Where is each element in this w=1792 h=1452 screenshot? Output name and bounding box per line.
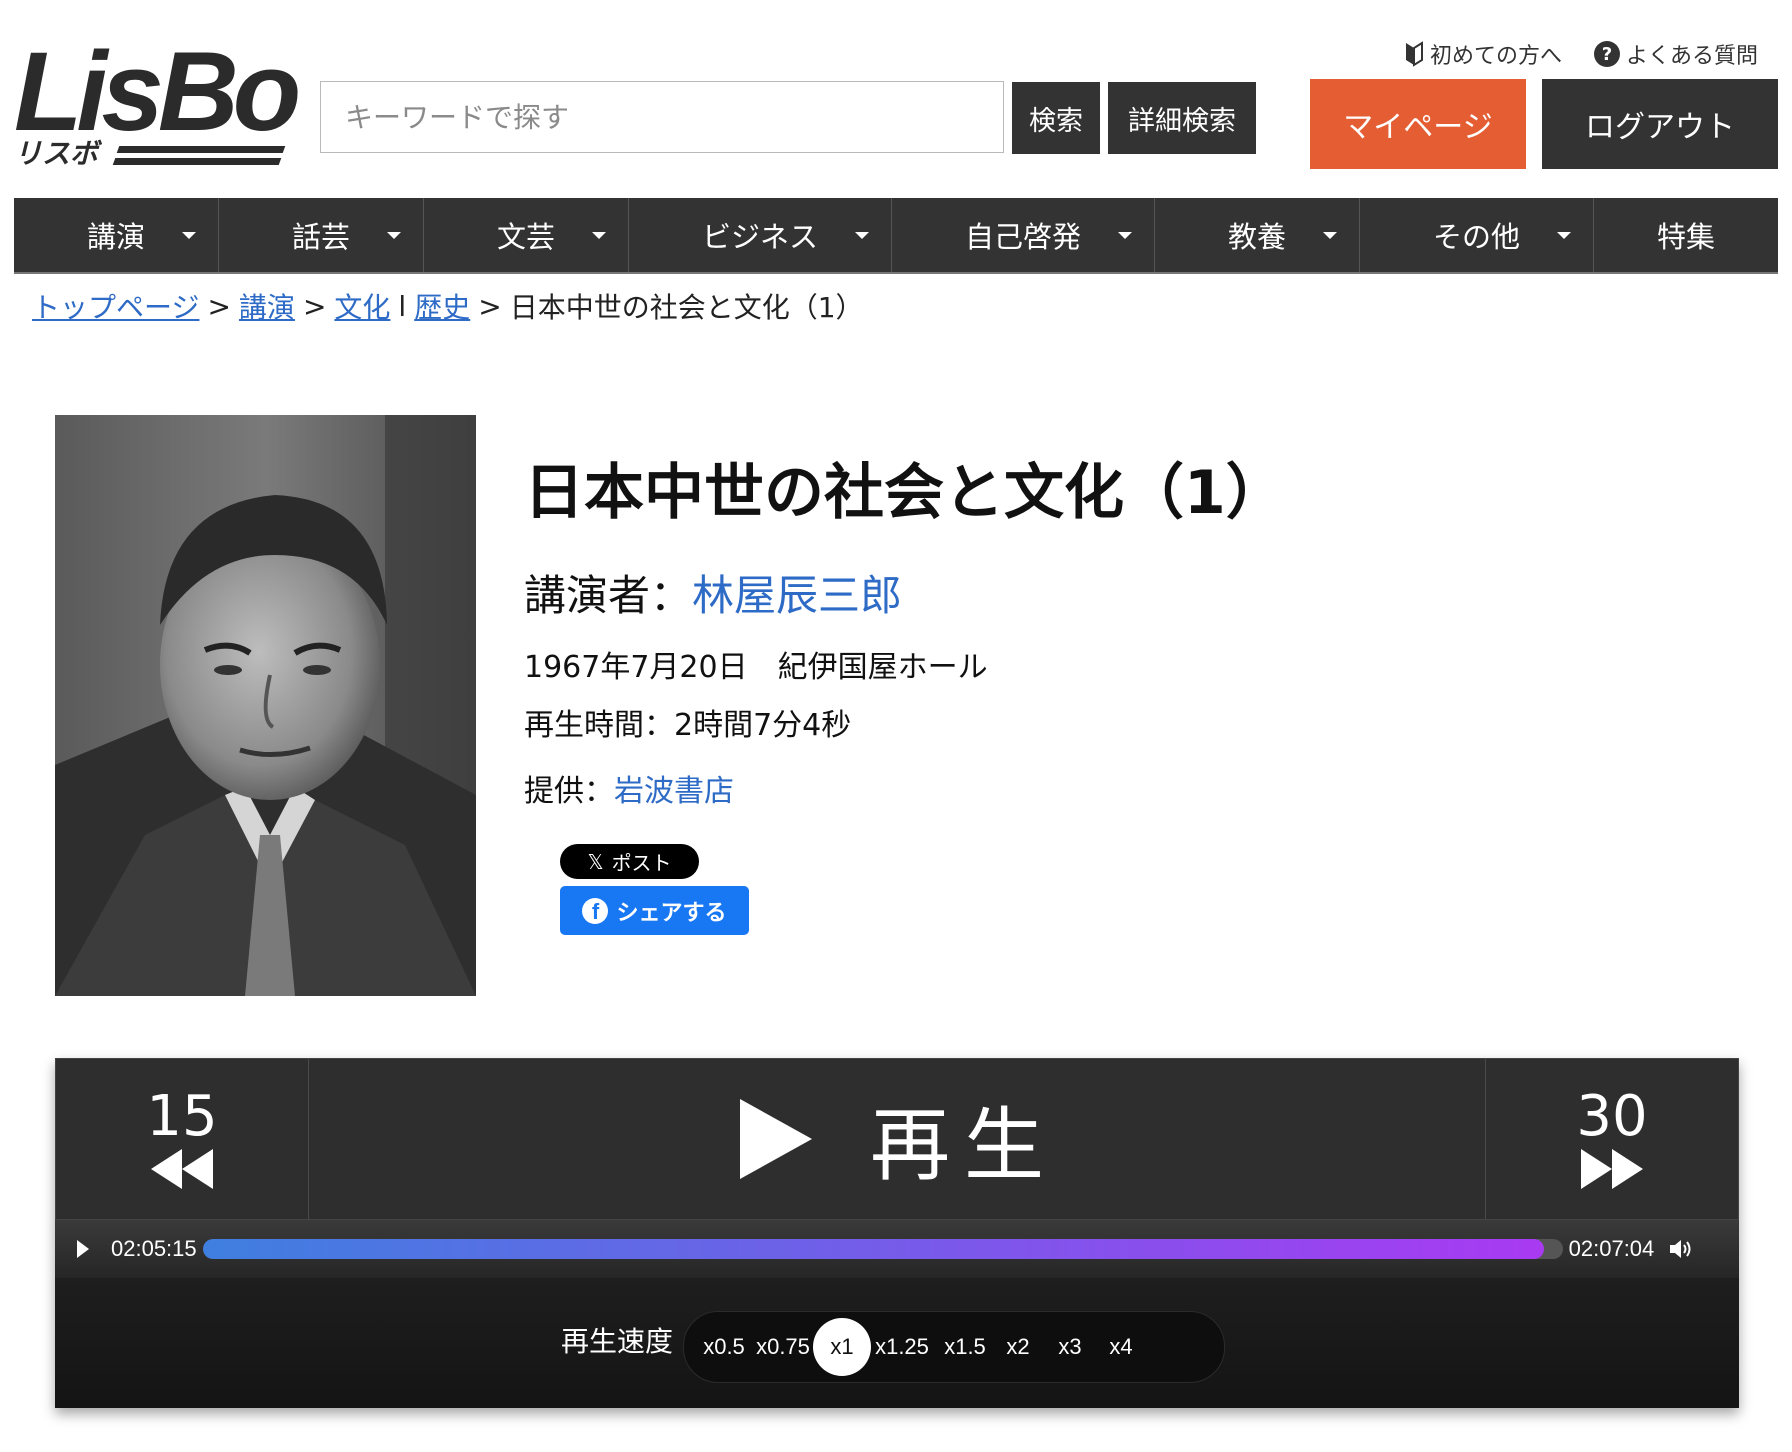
faq-link[interactable]: ? よくある質問 [1594, 38, 1758, 70]
logo-subtext: リスボ [14, 138, 99, 169]
category-nav: 講演 話芸 文芸 ビジネス 自己啓発 教養 その他 特集 [14, 198, 1778, 274]
nav-item-label: 話芸 [291, 220, 350, 254]
mypage-button[interactable]: マイページ [1310, 79, 1526, 169]
nav-item-label: 自己啓発 [964, 220, 1081, 254]
breadcrumb-separator: > [478, 289, 502, 323]
speaker-label: 講演者： [524, 571, 693, 620]
play-label: 再生 [870, 1099, 1058, 1192]
search-button[interactable]: 検索 [1012, 82, 1100, 154]
caret-down-icon [592, 232, 606, 239]
total-time: 02:07:04 [1568, 1236, 1655, 1261]
progress-row: 02:05:15 02:07:04 [55, 1220, 1739, 1278]
advanced-search-button[interactable]: 詳細検索 [1108, 82, 1256, 154]
caret-down-icon [1323, 232, 1337, 239]
caret-down-icon [1557, 232, 1571, 239]
rewind-icon [151, 1149, 213, 1189]
nav-item-label: 文芸 [496, 220, 555, 254]
small-play-button[interactable] [55, 1220, 111, 1278]
progress-bar[interactable] [202, 1239, 1563, 1259]
breadcrumb-current: 日本中世の社会と文化（1） [509, 291, 864, 324]
facebook-icon: f [582, 897, 609, 924]
rewind-15-button[interactable]: 15 [56, 1059, 309, 1219]
nav-item-lecture[interactable]: 講演 [14, 198, 219, 272]
nav-item-label: 講演 [86, 220, 145, 254]
facebook-share-button[interactable]: f シェアする [560, 886, 749, 935]
breadcrumb-separator: > [207, 289, 231, 323]
nav-item-literature[interactable]: 文芸 [424, 198, 629, 272]
beginner-mark-icon [1406, 41, 1423, 67]
breadcrumb: トップページ > 講演 > 文化 l 歴史 > 日本中世の社会と文化（1） [32, 286, 864, 326]
x-logo-icon: 𝕏 [587, 849, 604, 874]
speaker-name-link[interactable]: 林屋辰三郎 [692, 571, 902, 620]
speed-row: 再生速度 x0.5 x0.75 x1 x1.25 x1.5 x2 x3 x4 [55, 1278, 1739, 1408]
rewind-seconds: 15 [146, 1084, 218, 1149]
play-icon [740, 1099, 812, 1179]
faq-link-label: よくある質問 [1626, 44, 1759, 69]
caret-down-icon [1118, 232, 1132, 239]
player-main-controls: 15 再生 30 [55, 1058, 1739, 1220]
audio-player: 15 再生 30 02:05:15 02:07:04 再生速度 x0.5 x0.… [55, 1058, 1739, 1408]
play-button[interactable]: 再生 [308, 1059, 1488, 1219]
play-icon-small [77, 1240, 89, 1258]
duration-value: 2時間7分4秒 [674, 708, 852, 743]
nav-item-label: 特集 [1656, 220, 1715, 254]
caret-down-icon [387, 232, 401, 239]
lecture-title: 日本中世の社会と文化（1） [524, 458, 1286, 528]
date-venue: 1967年7月20日 紀伊国屋ホール [524, 650, 988, 685]
volume-button[interactable] [1654, 1220, 1710, 1278]
progress-fill [202, 1239, 1544, 1259]
lisbo-logo[interactable]: LisBo リスボ [14, 36, 301, 170]
speed-selector: x0.5 x0.75 x1 x1.25 x1.5 x2 x3 x4 [683, 1311, 1225, 1383]
nav-item-culture[interactable]: 教養 [1155, 198, 1360, 272]
playback-speed-label: 再生速度 [561, 1325, 674, 1358]
logo-underline-2 [112, 158, 282, 165]
provider-label: 提供： [524, 774, 614, 809]
nav-item-label: ビジネス [701, 220, 818, 254]
provider-line: 提供：岩波書店 [524, 766, 734, 810]
caret-down-icon [182, 232, 196, 239]
speed-option[interactable]: x1 [813, 1318, 871, 1376]
logo-underline [116, 146, 286, 153]
forward-seconds: 30 [1576, 1084, 1648, 1149]
caret-down-icon [855, 232, 869, 239]
current-time: 02:05:15 [111, 1236, 197, 1261]
beginner-link-label: 初めての方へ [1430, 44, 1563, 69]
breadcrumb-divider: l [398, 289, 407, 323]
breadcrumb-separator: > [302, 289, 327, 323]
beginner-guide-link[interactable]: 初めての方へ [1404, 38, 1562, 70]
nav-item-other[interactable]: その他 [1360, 198, 1594, 272]
logout-button[interactable]: ログアウト [1542, 79, 1778, 169]
nav-item-label: その他 [1432, 220, 1520, 254]
nav-item-self-development[interactable]: 自己啓発 [892, 198, 1155, 272]
nav-item-business[interactable]: ビジネス [629, 198, 892, 272]
speaker-photo [55, 415, 476, 996]
forward-30-button[interactable]: 30 [1485, 1059, 1738, 1219]
fast-forward-icon [1581, 1149, 1643, 1189]
breadcrumb-category-link[interactable]: 講演 [239, 286, 295, 326]
volume-icon [1670, 1240, 1691, 1258]
duration-label: 再生時間： [524, 708, 674, 743]
search-input[interactable] [320, 81, 1004, 153]
provider-link[interactable]: 岩波書店 [614, 774, 734, 809]
question-icon: ? [1594, 41, 1620, 67]
nav-item-label: 教養 [1227, 220, 1286, 254]
nav-item-features[interactable]: 特集 [1594, 198, 1778, 272]
speaker-line: 講演者：林屋辰三郎 [524, 562, 902, 623]
x-post-button[interactable]: 𝕏 ポスト [560, 844, 699, 879]
breadcrumb-top-link[interactable]: トップページ [32, 286, 199, 326]
facebook-share-label: シェアする [616, 900, 727, 926]
duration-line: 再生時間：2時間7分4秒 [524, 700, 851, 744]
breadcrumb-culture-link[interactable]: 文化 [334, 286, 390, 326]
breadcrumb-history-link[interactable]: 歴史 [414, 286, 470, 326]
x-post-label: ポスト [611, 851, 672, 875]
nav-item-wagei[interactable]: 話芸 [219, 198, 424, 272]
